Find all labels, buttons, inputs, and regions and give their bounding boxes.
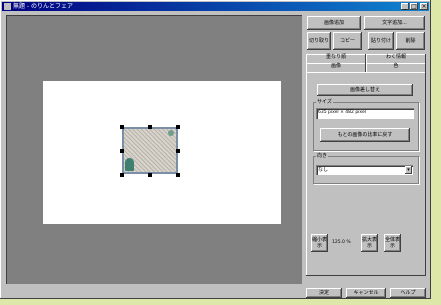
tab-color[interactable]: 色 xyxy=(366,63,426,72)
close-icon[interactable]: × xyxy=(420,3,428,10)
add-text-button[interactable]: 文字追加... xyxy=(364,16,425,30)
add-image-button[interactable]: 画像追加 xyxy=(307,16,361,30)
tab-layer-order[interactable]: 重なり順 xyxy=(306,54,366,63)
delete-button[interactable]: 削除 xyxy=(396,32,425,50)
maximize-icon[interactable]: □ xyxy=(410,3,418,10)
cut-button[interactable]: 切り取り xyxy=(307,32,331,50)
paste-button[interactable]: 貼り付け xyxy=(368,32,394,50)
placed-image[interactable] xyxy=(122,127,178,174)
resize-handle-left[interactable] xyxy=(120,149,124,153)
restore-ratio-button[interactable]: もとの画像の比率に戻す xyxy=(320,128,410,142)
fit-view-button[interactable]: 全体表示 xyxy=(384,234,401,252)
resize-handle-top[interactable] xyxy=(148,125,152,129)
minimize-icon[interactable]: _ xyxy=(401,3,409,10)
resize-handle-top-left[interactable] xyxy=(120,125,124,129)
resize-handle-top-right[interactable] xyxy=(176,125,180,129)
image-content-leaf xyxy=(168,130,174,136)
orientation-label: 向き xyxy=(316,153,329,159)
zoom-out-button[interactable]: 縮小表示 xyxy=(311,234,328,252)
resize-handle-bottom-left[interactable] xyxy=(120,173,124,177)
main-window: 無題 - のりんとフェア _ □ × 画像追加 文字追加... 切り取り コピー… xyxy=(0,0,431,299)
orientation-select[interactable]: なし ▾ xyxy=(316,165,413,175)
image-properties-panel: 画像差し替え サイズ 635 pixel × 482 pixel もとの画像の比… xyxy=(306,72,426,276)
resize-handle-bottom-right[interactable] xyxy=(176,173,180,177)
resize-handle-right[interactable] xyxy=(176,149,180,153)
orientation-value: なし xyxy=(318,167,329,173)
chevron-down-icon[interactable]: ▾ xyxy=(405,166,412,174)
size-label: サイズ xyxy=(316,99,333,105)
ok-button[interactable]: 決定 xyxy=(306,288,342,298)
window-title: 無題 - のりんとフェア xyxy=(13,3,73,10)
size-field[interactable]: 635 pixel × 482 pixel xyxy=(316,108,414,119)
zoom-in-button[interactable]: 拡大表示 xyxy=(361,234,378,252)
resize-handle-bottom[interactable] xyxy=(148,173,152,177)
title-bar[interactable]: 無題 - のりんとフェア _ □ × xyxy=(2,2,429,11)
cancel-button[interactable]: キャンセル xyxy=(346,288,386,298)
tab-frame-info[interactable]: わく情報 xyxy=(366,54,426,63)
zoom-level: 125.0 % xyxy=(332,240,351,245)
copy-button[interactable]: コピー xyxy=(333,32,362,50)
replace-image-button[interactable]: 画像差し替え xyxy=(317,84,413,96)
app-icon xyxy=(4,3,11,10)
image-content-tree xyxy=(125,158,134,171)
help-button[interactable]: ヘルプ xyxy=(390,288,426,298)
